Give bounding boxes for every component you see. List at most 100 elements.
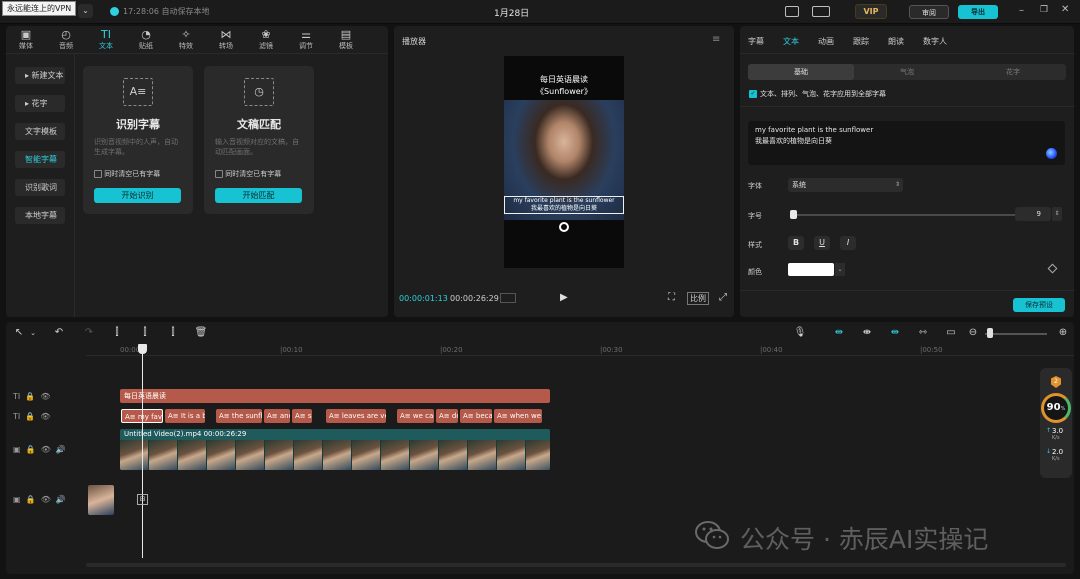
tab-audio[interactable]: ◴ 音频 bbox=[50, 29, 82, 51]
subtitle-clip[interactable]: A≡ the sunfl bbox=[216, 409, 262, 423]
subtitle-selection-box[interactable]: my favorite plant is the sunflower 我最喜欢的… bbox=[504, 196, 624, 214]
export-button[interactable]: 导出 bbox=[958, 5, 998, 19]
color-dropdown-icon[interactable]: ⌄ bbox=[835, 263, 845, 276]
fit-screen-icon[interactable]: ⛶ bbox=[668, 292, 675, 303]
zoom-out-icon[interactable]: ⊖ bbox=[966, 326, 980, 340]
fullscreen-icon[interactable]: ⤢ bbox=[719, 292, 727, 303]
maximize-icon[interactable]: ❐ bbox=[1040, 5, 1048, 15]
zoom-in-icon[interactable]: ⊕ bbox=[1056, 326, 1070, 340]
apply-all-checkbox[interactable]: ✓ bbox=[749, 90, 757, 98]
size-input[interactable]: 9 bbox=[1015, 207, 1051, 221]
player-menu-icon[interactable]: ≡ bbox=[712, 34, 720, 45]
zoom-slider-track[interactable] bbox=[985, 333, 1047, 335]
zoom-slider-thumb[interactable] bbox=[987, 328, 994, 338]
underline-button[interactable]: U bbox=[814, 236, 830, 250]
undo-icon[interactable]: ↶ bbox=[52, 326, 66, 340]
seg-basic[interactable]: 基础 bbox=[748, 64, 854, 80]
subtitle-clip[interactable]: A≡ sr bbox=[292, 409, 312, 423]
layout-icon[interactable] bbox=[812, 6, 830, 17]
side-item-smart-subtitle[interactable]: 智能字幕 bbox=[15, 151, 65, 168]
subtitle-clip[interactable]: A≡ we can bbox=[397, 409, 434, 423]
clear-existing-checkbox[interactable]: 同时清空已有字幕 bbox=[94, 169, 160, 179]
tab-adjust[interactable]: ⚌ 调节 bbox=[290, 29, 322, 51]
tab-digital-human[interactable]: 数字人 bbox=[923, 36, 947, 47]
main-video-clip[interactable]: Untitled Video(2).mp4 00:00:26:29 bbox=[120, 429, 550, 470]
italic-button[interactable]: I bbox=[840, 236, 856, 250]
split-right-icon[interactable]: ⫿ bbox=[166, 326, 180, 340]
timecode-grid-icon[interactable] bbox=[500, 293, 516, 303]
size-slider-track[interactable] bbox=[790, 214, 1030, 216]
size-stepper-icon[interactable]: ⇕ bbox=[1052, 207, 1062, 221]
side-item-local-subtitle[interactable]: 本地字幕 bbox=[15, 207, 65, 224]
vip-badge[interactable]: VIP bbox=[855, 4, 887, 19]
ai-assist-icon[interactable] bbox=[1046, 148, 1057, 159]
side-item-fancy-text[interactable]: ▸ 花字 bbox=[15, 95, 65, 112]
tab-subtitle[interactable]: 字幕 bbox=[748, 36, 764, 47]
clip-label: and bbox=[279, 412, 290, 420]
subtitle-clip[interactable]: A≡ when we bbox=[494, 409, 542, 423]
tab-effects[interactable]: ✧ 特效 bbox=[170, 29, 202, 51]
cover-thumbnail[interactable] bbox=[88, 485, 114, 515]
keyframe-icon[interactable] bbox=[1047, 263, 1058, 274]
video-canvas[interactable]: 每日英语晨读 《Sunflower》 my favorite plant is … bbox=[504, 56, 624, 268]
seg-bubble[interactable]: 气泡 bbox=[854, 64, 960, 80]
start-match-button[interactable]: 开始匹配 bbox=[215, 188, 302, 203]
side-item-text-template[interactable]: 文字模板 bbox=[15, 123, 65, 140]
tab-sticker[interactable]: ◔ 贴纸 bbox=[130, 29, 162, 51]
shortcut-icon[interactable] bbox=[785, 6, 799, 17]
time-ruler[interactable]: 00:00 |00:10 |00:20 |00:30 |00:40 |00:50 bbox=[86, 344, 1074, 356]
delete-icon[interactable]: 🗑 bbox=[194, 326, 208, 340]
tab-filter[interactable]: ❀ 滤镜 bbox=[250, 29, 282, 51]
tab-text[interactable]: TI 文本 bbox=[90, 29, 122, 51]
playhead-handle[interactable] bbox=[138, 344, 147, 354]
project-title[interactable]: 1月28日 bbox=[494, 6, 529, 19]
font-select[interactable]: 系统 ⇕ bbox=[788, 178, 903, 192]
menu-dropdown-icon[interactable]: ⌄ bbox=[78, 4, 93, 18]
cursor-dropdown-icon[interactable]: ⌄ bbox=[26, 326, 40, 340]
link-main-track-icon[interactable]: ⇹ bbox=[832, 326, 846, 340]
side-item-lyrics[interactable]: 识别歌词 bbox=[15, 179, 65, 196]
save-preset-button[interactable]: 保存预设 bbox=[1013, 298, 1065, 312]
subtitle-clip[interactable]: A≡ becau bbox=[460, 409, 492, 423]
split-left-icon[interactable]: ⫿ bbox=[138, 326, 152, 340]
tab-tracking[interactable]: 跟踪 bbox=[853, 36, 869, 47]
tab-media[interactable]: ▣ 媒体 bbox=[10, 29, 42, 51]
select-cursor-icon[interactable]: ↖ bbox=[12, 326, 26, 340]
start-recognize-button[interactable]: 开始识别 bbox=[94, 188, 181, 203]
ruler-label: |00:50 bbox=[920, 346, 943, 354]
ratio-button[interactable]: 比例 bbox=[687, 292, 709, 305]
split-icon[interactable]: ⫿ bbox=[110, 326, 124, 340]
tab-animation[interactable]: 动画 bbox=[818, 36, 834, 47]
minimize-icon[interactable]: – bbox=[1019, 5, 1024, 16]
rotate-icon[interactable] bbox=[559, 222, 569, 232]
tab-template[interactable]: ▤ 模板 bbox=[330, 29, 362, 51]
caption-icon[interactable]: ▭ bbox=[944, 326, 958, 340]
ruler-label: |00:20 bbox=[440, 346, 463, 354]
color-swatch[interactable] bbox=[788, 263, 834, 276]
close-icon[interactable]: ✕ bbox=[1061, 4, 1069, 15]
microphone-icon[interactable]: 🎙 bbox=[793, 326, 807, 340]
seg-fancy[interactable]: 花字 bbox=[960, 64, 1066, 80]
playhead-line[interactable] bbox=[142, 344, 143, 558]
preview-axis-icon[interactable]: ⇿ bbox=[916, 326, 930, 340]
subtitle-clip[interactable]: A≡ It is a b bbox=[165, 409, 205, 423]
linkage-icon[interactable]: ⇹ bbox=[888, 326, 902, 340]
cover-marker-icon[interactable]: ⊟ bbox=[137, 494, 148, 505]
review-button[interactable]: 审阅 bbox=[909, 5, 949, 19]
tab-read-aloud[interactable]: 朗读 bbox=[888, 36, 904, 47]
tab-transition[interactable]: ⋈ 转场 bbox=[210, 29, 242, 51]
subtitle-clip[interactable]: A≡ leaves are ve bbox=[326, 409, 386, 423]
subtitle-clip[interactable]: A≡ do bbox=[436, 409, 458, 423]
subtitle-clip[interactable]: A≡ and bbox=[264, 409, 290, 423]
text-editor[interactable]: my favorite plant is the sunflower 我最喜欢的… bbox=[748, 121, 1065, 165]
snap-icon[interactable]: ⇼ bbox=[860, 326, 874, 340]
tab-text[interactable]: 文本 bbox=[783, 36, 799, 47]
size-slider-thumb[interactable] bbox=[790, 210, 798, 219]
redo-icon[interactable]: ↷ bbox=[82, 326, 96, 340]
side-item-new-text[interactable]: ▸ 新建文本 bbox=[15, 67, 65, 84]
play-icon[interactable]: ▶ bbox=[560, 292, 568, 303]
bold-button[interactable]: B bbox=[788, 236, 804, 250]
clear-existing-checkbox[interactable]: 同时清空已有字幕 bbox=[215, 169, 281, 179]
title-text-clip[interactable]: 每日英语晨读 bbox=[120, 389, 550, 403]
timeline-scrollbar[interactable] bbox=[86, 563, 1066, 567]
